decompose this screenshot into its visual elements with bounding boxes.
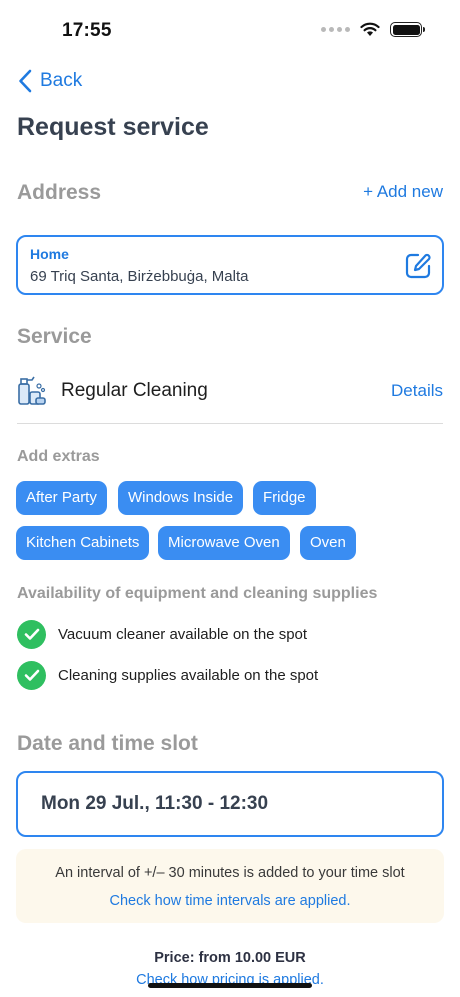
slot-section-title: Date and time slot — [17, 732, 198, 755]
extras-title: Add extras — [17, 448, 100, 465]
address-text: 69 Triq Santa, Birżebbuġa, Malta — [30, 268, 249, 285]
status-bar: 17:55 — [0, 0, 460, 60]
time-slot-value: Mon 29 Jul., 11:30 - 12:30 — [41, 793, 269, 814]
availability-title: Availability of equipment and cleaning s… — [17, 585, 378, 602]
extra-chip-after-party[interactable]: After Party — [16, 481, 107, 515]
extra-chip-fridge[interactable]: Fridge — [253, 481, 316, 515]
address-card[interactable]: Home 69 Triq Santa, Birżebbuġa, Malta — [16, 235, 444, 295]
extra-chip-windows-inside[interactable]: Windows Inside — [118, 481, 244, 515]
extra-chip-oven[interactable]: Oven — [300, 526, 356, 560]
address-label: Home — [30, 246, 69, 262]
time-intervals-link[interactable]: Check how time intervals are applied. — [16, 893, 444, 909]
back-label: Back — [40, 70, 83, 91]
edit-icon[interactable] — [404, 252, 432, 280]
availability-item-supplies: Cleaning supplies available on the spot — [17, 661, 318, 690]
wifi-icon — [360, 22, 380, 36]
check-icon — [17, 620, 46, 649]
address-section-title: Address — [17, 181, 102, 204]
availability-item-vacuum: Vacuum cleaner available on the spot — [17, 620, 307, 649]
status-time: 17:55 — [62, 20, 112, 41]
availability-label: Cleaning supplies available on the spot — [58, 667, 319, 684]
chevron-left-icon — [19, 69, 32, 93]
page-title: Request service — [17, 113, 209, 141]
check-icon — [17, 661, 46, 690]
home-indicator — [148, 983, 312, 988]
extra-chip-kitchen-cabinets[interactable]: Kitchen Cabinets — [16, 526, 150, 560]
time-interval-info: An interval of +/– 30 minutes is added t… — [16, 849, 444, 923]
cleaning-supplies-icon — [18, 376, 46, 405]
signal-icon — [321, 27, 350, 32]
availability-label: Vacuum cleaner available on the spot — [58, 626, 308, 643]
service-name: Regular Cleaning — [61, 380, 208, 401]
service-details-link[interactable]: Details — [391, 381, 443, 401]
add-new-address-button[interactable]: + Add new — [363, 182, 443, 202]
time-slot-selector[interactable]: Mon 29 Jul., 11:30 - 12:30 — [16, 771, 444, 837]
info-text: An interval of +/– 30 minutes is added t… — [55, 865, 405, 881]
extra-chip-microwave-oven[interactable]: Microwave Oven — [158, 526, 290, 560]
service-section-title: Service — [17, 325, 92, 348]
battery-icon — [390, 22, 425, 37]
status-icons — [321, 22, 425, 37]
back-button[interactable]: Back — [18, 69, 82, 93]
price-text: Price: from 10.00 EUR — [154, 950, 306, 966]
service-row: Regular Cleaning Details — [17, 370, 443, 424]
